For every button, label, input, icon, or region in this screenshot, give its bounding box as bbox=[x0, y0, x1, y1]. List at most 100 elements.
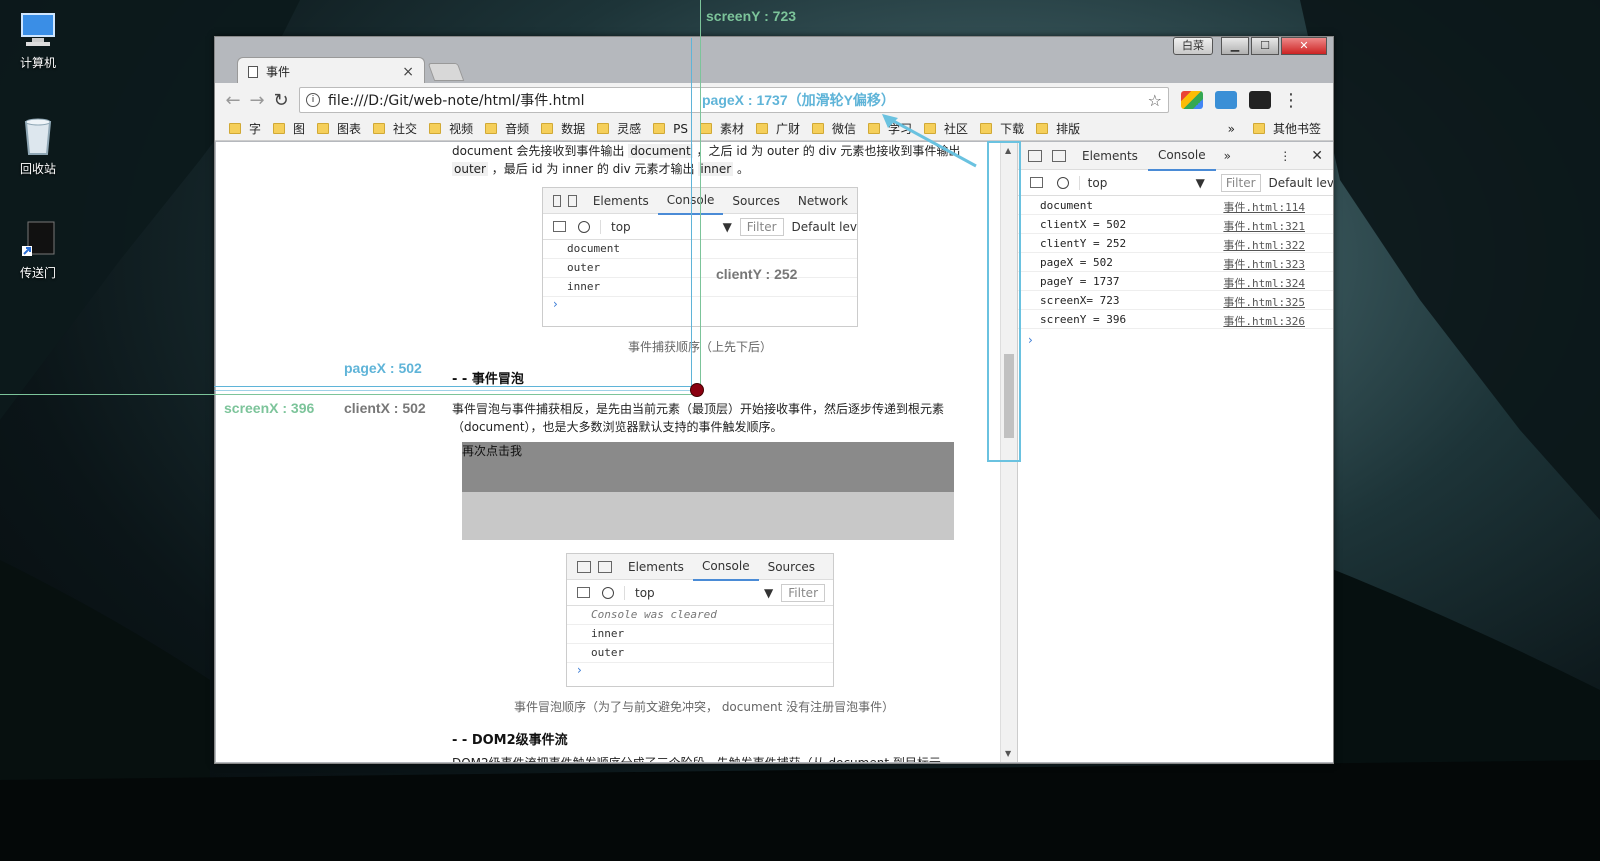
pointer-arrow-icon bbox=[882, 114, 977, 168]
folder-icon bbox=[429, 123, 442, 134]
menu-kebab-icon[interactable]: ⋮ bbox=[1279, 90, 1303, 111]
tab-console: Console bbox=[692, 553, 759, 581]
reload-button[interactable]: ↻ bbox=[269, 90, 293, 111]
devtools-screenshot-bubble: Elements Console Sources top ▼ Filter Con… bbox=[566, 553, 834, 687]
close-window-button[interactable]: ✕ bbox=[1281, 37, 1327, 55]
source-link[interactable]: 事件.html:324 bbox=[1223, 275, 1305, 290]
user-profile-button[interactable]: 白菜 bbox=[1173, 37, 1213, 55]
inner-click-box[interactable] bbox=[462, 492, 954, 540]
bookmark-folder[interactable]: 视频 bbox=[429, 120, 473, 137]
bookmark-label: 视频 bbox=[449, 122, 474, 136]
bookmark-folder[interactable]: 音频 bbox=[485, 120, 529, 137]
console-filter-bar: top ▼ Filter Default lev bbox=[1018, 170, 1333, 196]
bookmark-folder[interactable]: 广财 bbox=[756, 120, 800, 137]
screen-y-guide-line bbox=[700, 0, 701, 396]
minimize-button[interactable]: ▁ bbox=[1221, 37, 1249, 55]
sidebar-toggle-icon[interactable] bbox=[1030, 177, 1043, 188]
log-level-select[interactable]: Default lev bbox=[1269, 176, 1333, 190]
inspect-icon bbox=[577, 560, 591, 573]
back-button[interactable]: ← bbox=[221, 90, 245, 111]
new-tab-button[interactable] bbox=[427, 63, 465, 81]
figure-caption: 事件冒泡顺序（为了与前文避免冲突， document 没有注册冒泡事件） bbox=[514, 700, 895, 714]
text: 。 bbox=[733, 162, 750, 176]
bookmark-label: 素材 bbox=[719, 122, 744, 136]
scroll-down-icon[interactable]: ▼ bbox=[1005, 749, 1011, 758]
source-link[interactable]: 事件.html:326 bbox=[1223, 313, 1305, 328]
tab-elements[interactable]: Elements bbox=[1072, 142, 1148, 170]
forward-button[interactable]: → bbox=[245, 90, 269, 111]
tab-console[interactable]: Console bbox=[1147, 141, 1216, 171]
filter-input: Filter bbox=[781, 583, 825, 602]
desktop-icon-computer[interactable]: 计算机 bbox=[8, 10, 68, 71]
bookmark-label: 广财 bbox=[776, 122, 801, 136]
devtools-close-icon[interactable]: ✕ bbox=[1301, 148, 1333, 164]
screen-x-guide-line bbox=[0, 394, 700, 395]
bookmark-folder[interactable]: 排版 bbox=[1036, 120, 1080, 137]
bookmark-star-icon[interactable]: ☆ bbox=[1148, 91, 1162, 110]
other-bookmarks-folder[interactable]: 其他书签 bbox=[1252, 120, 1321, 137]
bookmark-folder[interactable]: PS bbox=[653, 122, 688, 136]
bookmark-folder[interactable]: 数据 bbox=[541, 120, 585, 137]
intro-paragraph-line2: outer ，最后 id 为 inner 的 div 元素才输出 inner 。 bbox=[452, 160, 749, 178]
page-content: document 会先接收到事件输出 document ，之后 id 为 out… bbox=[216, 142, 1000, 762]
source-link[interactable]: 事件.html:323 bbox=[1223, 256, 1305, 271]
desktop-icon-label: 计算机 bbox=[19, 56, 56, 70]
source-link[interactable]: 事件.html:325 bbox=[1223, 294, 1305, 309]
folder-icon bbox=[868, 123, 881, 134]
console-line: outer bbox=[567, 644, 833, 663]
inspect-element-icon[interactable] bbox=[1028, 149, 1042, 162]
extension-icon[interactable] bbox=[1249, 91, 1271, 109]
more-tabs-button[interactable]: » bbox=[1216, 149, 1239, 163]
extension-icon[interactable] bbox=[1181, 91, 1203, 109]
source-link[interactable]: 事件.html:322 bbox=[1223, 237, 1305, 252]
tab-close-button[interactable]: × bbox=[402, 64, 414, 80]
device-icon bbox=[598, 560, 612, 573]
console-prompt-icon[interactable]: › bbox=[1018, 329, 1333, 347]
folder-icon bbox=[317, 123, 330, 134]
bookmark-folder[interactable]: 素材 bbox=[699, 120, 744, 137]
bookmark-folder[interactable]: 灵感 bbox=[597, 120, 641, 137]
translate-extension-icon[interactable] bbox=[1215, 91, 1237, 109]
recycle-bin-icon bbox=[16, 116, 60, 156]
bookmark-label: 图表 bbox=[337, 122, 362, 136]
console-log: document 事件.html:114 clientX = 502 事件.html… bbox=[1018, 196, 1333, 329]
bookmark-folder[interactable]: 图表 bbox=[317, 120, 361, 137]
filter-input[interactable]: Filter bbox=[1220, 173, 1261, 192]
desktop-icon-recycle-bin[interactable]: 回收站 bbox=[8, 116, 68, 177]
console-message: screenX= 723 事件.html:325 bbox=[1018, 291, 1333, 310]
info-icon[interactable]: i bbox=[306, 93, 320, 107]
dropdown-arrow-icon: ▼ bbox=[764, 585, 774, 600]
browser-tab[interactable]: 事件 × bbox=[237, 57, 425, 85]
sidebar-icon bbox=[577, 587, 590, 598]
console-message: document 事件.html:114 bbox=[1018, 196, 1333, 215]
bookmark-folder[interactable]: 社交 bbox=[373, 120, 417, 137]
desktop-icon-shortcut[interactable]: 传送门 bbox=[8, 220, 68, 281]
source-link[interactable]: 事件.html:114 bbox=[1223, 199, 1305, 214]
click-point-marker bbox=[690, 383, 704, 397]
maximize-button[interactable]: ☐ bbox=[1251, 37, 1279, 55]
bookmark-label: 音频 bbox=[505, 122, 530, 136]
clear-console-icon[interactable] bbox=[1056, 176, 1069, 189]
bubble-paragraph-line2: （document），也是大多数浏览器默认支持的事件触发顺序。 bbox=[452, 420, 783, 434]
devtools-menu-icon[interactable]: ⋮ bbox=[1269, 149, 1301, 163]
click-box-label: 再次点击我 bbox=[462, 444, 523, 458]
client-x-guide-line bbox=[214, 390, 700, 391]
message-text: clientX = 502 bbox=[1040, 218, 1127, 231]
folder-icon bbox=[756, 123, 768, 134]
bookmark-folder[interactable]: 图 bbox=[273, 120, 305, 137]
devtools-tabs: Elements Console Sources bbox=[567, 553, 833, 581]
source-link[interactable]: 事件.html:321 bbox=[1223, 218, 1305, 233]
inline-code: inner bbox=[698, 162, 734, 176]
device-toggle-icon[interactable] bbox=[1052, 149, 1066, 162]
bookmarks-overflow-button[interactable]: » bbox=[1228, 122, 1235, 136]
bookmark-folder[interactable]: 下载 bbox=[980, 120, 1024, 137]
tab-elements: Elements bbox=[628, 559, 684, 574]
text: ，最后 id 为 inner 的 div 元素才输出 bbox=[487, 162, 699, 176]
screen-x-annotation: screenX : 396 bbox=[224, 400, 315, 416]
outer-click-box[interactable]: 再次点击我 bbox=[462, 442, 954, 492]
context-select[interactable]: top ▼ bbox=[1078, 175, 1213, 190]
console-message: pageY = 1737 事件.html:324 bbox=[1018, 272, 1333, 291]
bookmark-folder[interactable]: 微信 bbox=[812, 120, 856, 137]
bookmark-folder[interactable]: 字 bbox=[229, 120, 261, 137]
folder-icon bbox=[373, 123, 386, 134]
